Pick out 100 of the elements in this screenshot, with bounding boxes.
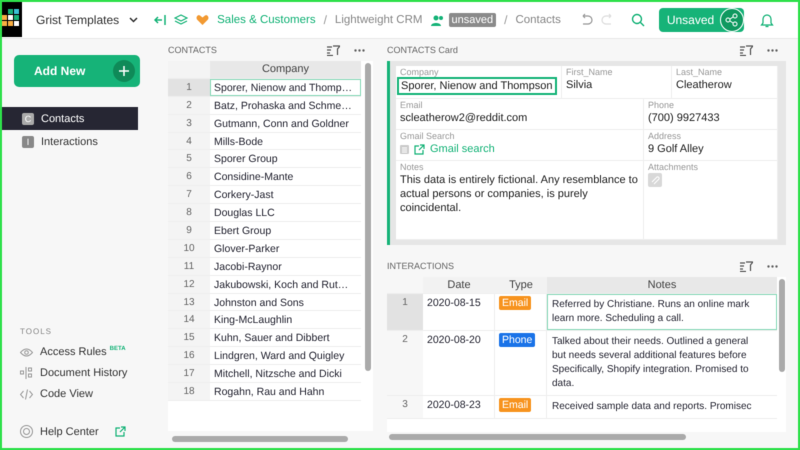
row-number: 7 bbox=[168, 186, 210, 204]
more-icon[interactable] bbox=[767, 48, 778, 52]
collapse-panel-icon[interactable] bbox=[154, 15, 166, 25]
field-value[interactable]: This data is entirely fictional. Any resemblance to actual persons or companies, is purely coincidental. bbox=[397, 172, 639, 216]
eye-icon bbox=[20, 348, 33, 356]
row-number: 15 bbox=[168, 329, 210, 346]
bell-icon[interactable] bbox=[760, 12, 774, 28]
row-number: 3 bbox=[168, 114, 210, 132]
table-cell-text: Jakubowski, Koch and Rut… bbox=[213, 278, 350, 293]
field-label: Address bbox=[648, 131, 682, 141]
row-number: 9 bbox=[168, 222, 210, 239]
widget-title: CONTACTS Card bbox=[387, 45, 458, 55]
table-cell-text: Considine-Mante bbox=[213, 170, 294, 186]
field-label: Email bbox=[400, 100, 424, 110]
field-value[interactable]: scleatherow2@reddit.com bbox=[397, 110, 639, 126]
help-center-link[interactable]: Help Center bbox=[20, 425, 99, 438]
row-number: 11 bbox=[168, 258, 210, 275]
breadcrumb-separator: / bbox=[504, 13, 508, 27]
row-number: 3 bbox=[387, 396, 423, 418]
page-name: Contacts bbox=[515, 14, 561, 26]
unsaved-badge: unsaved bbox=[448, 13, 496, 27]
row-number: 17 bbox=[168, 365, 210, 382]
scrollbar[interactable] bbox=[779, 279, 785, 372]
field-value[interactable]: Cleatherow bbox=[673, 77, 773, 93]
note-text: learn more. Scheduling a call. bbox=[552, 312, 684, 326]
tool-item[interactable]: Access Rules $^{BETA}$ bbox=[20, 346, 126, 358]
column-header[interactable]: Date bbox=[423, 277, 495, 293]
caret-icon bbox=[129, 17, 138, 23]
lifebuoy-icon bbox=[20, 425, 33, 438]
breadcrumb-separator: / bbox=[324, 13, 327, 27]
row-number: 8 bbox=[168, 204, 210, 222]
table-cell-text: Lindgren, Ward and Quigley bbox=[213, 349, 346, 364]
row-number: 2 bbox=[387, 331, 423, 395]
table-cell-text: Corkery-Jast bbox=[213, 188, 275, 204]
more-icon[interactable] bbox=[767, 264, 778, 268]
row-number: 12 bbox=[168, 276, 210, 293]
table-cell-text: Ebert Group bbox=[213, 224, 272, 239]
search-icon[interactable] bbox=[630, 13, 645, 27]
sort-filter-icon[interactable] bbox=[740, 44, 753, 56]
page-item[interactable]: C Contacts bbox=[2, 107, 138, 130]
external-link-icon[interactable] bbox=[414, 144, 425, 154]
table-cell-text: Mills-Bode bbox=[213, 134, 264, 150]
row-number: 14 bbox=[168, 311, 210, 328]
table-cell-text: Batz, Prohaska and Schme… bbox=[213, 98, 353, 114]
field-value[interactable]: Sporer, Nienow and Thompson bbox=[397, 77, 557, 95]
column-header[interactable]: Company bbox=[210, 61, 361, 78]
people-icon bbox=[430, 14, 444, 26]
widget-title: INTERACTIONS bbox=[387, 261, 454, 271]
tools-heading: TOOLS bbox=[20, 327, 52, 336]
row-number: 4 bbox=[168, 132, 210, 150]
history-icon bbox=[20, 367, 33, 379]
note-text: but needs several additional features before bbox=[552, 349, 747, 363]
row-number: 13 bbox=[168, 294, 210, 310]
row-number: 18 bbox=[168, 383, 210, 400]
row-number: 10 bbox=[168, 240, 210, 257]
grist-logo-icon[interactable] bbox=[2, 2, 22, 37]
document-icon bbox=[400, 144, 409, 154]
table-cell-text: Mitchell, Nitzsche and Dicki bbox=[213, 367, 343, 382]
page-icon: C bbox=[22, 112, 34, 124]
table-cell: 2020-08-15 bbox=[423, 294, 495, 330]
field-label: Last_Name bbox=[676, 67, 724, 77]
page-item[interactable]: I Interactions bbox=[2, 130, 138, 153]
plus-icon bbox=[113, 60, 135, 82]
type-tag: Email bbox=[499, 296, 532, 310]
table-cell: Sporer, Nienow and Thomp… bbox=[210, 78, 361, 96]
note-text: Received sample data and reports. Promisec bbox=[552, 400, 752, 414]
column-header[interactable]: Type bbox=[495, 277, 547, 293]
table-cell-text: Kuhn, Sauer and Dibbert bbox=[213, 331, 331, 346]
field-value[interactable]: (700) 9927433 bbox=[645, 110, 773, 126]
scrollbar[interactable] bbox=[365, 63, 371, 371]
tool-item[interactable]: Document History bbox=[20, 367, 128, 379]
code-icon bbox=[20, 388, 33, 400]
layers-icon[interactable] bbox=[174, 14, 188, 26]
column-header[interactable]: Notes bbox=[547, 277, 777, 293]
note-text: data. bbox=[552, 377, 574, 391]
field-value[interactable]: Silvia bbox=[563, 77, 667, 93]
table-cell-text: Johnston and Sons bbox=[213, 296, 305, 310]
more-icon[interactable] bbox=[354, 48, 365, 52]
external-link-icon[interactable] bbox=[114, 426, 126, 437]
sort-filter-icon[interactable] bbox=[327, 44, 340, 56]
note-text: Referred by Christiane. Runs an online mark bbox=[552, 298, 750, 312]
table-cell-text: King-McLaughlin bbox=[213, 313, 294, 328]
heart-icon bbox=[196, 14, 210, 26]
field-value[interactable]: 9 Golf Alley bbox=[645, 141, 773, 157]
org-menu[interactable]: Grist Templates bbox=[30, 13, 146, 27]
table-cell: 2020-08-20 bbox=[423, 331, 495, 395]
table-cell-text: Sporer Group bbox=[213, 152, 279, 168]
sort-filter-icon[interactable] bbox=[740, 260, 753, 272]
type-tag: Email bbox=[499, 398, 532, 412]
document-name[interactable]: Lightweight CRM bbox=[334, 14, 422, 26]
share-icon[interactable] bbox=[720, 8, 744, 32]
widget-title: CONTACTS bbox=[168, 45, 217, 55]
note-text: Talked about their needs. Outlined a general bbox=[552, 335, 748, 349]
tool-item[interactable]: Code View bbox=[20, 388, 93, 400]
row-number: 5 bbox=[168, 150, 210, 168]
beta-tag: BETA bbox=[110, 346, 126, 352]
scrollbar[interactable] bbox=[172, 436, 348, 442]
scrollbar[interactable] bbox=[389, 434, 686, 440]
table-cell-text: Douglas LLC bbox=[213, 206, 276, 222]
paperclip-icon[interactable] bbox=[648, 173, 662, 187]
